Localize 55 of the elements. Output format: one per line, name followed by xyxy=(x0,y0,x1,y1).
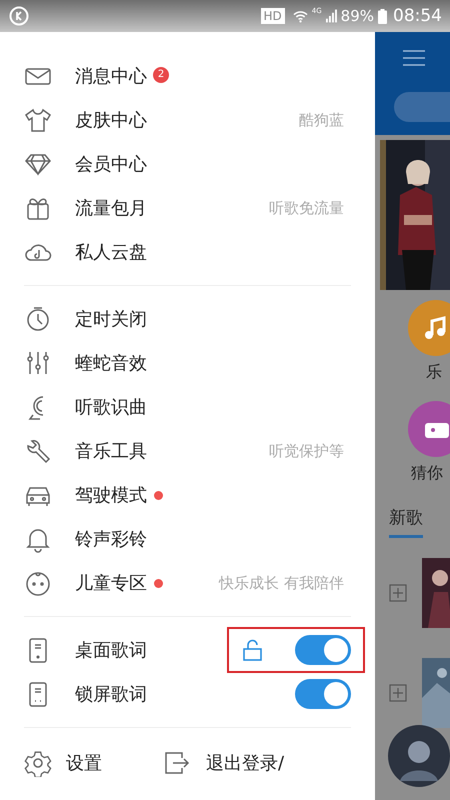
menu-label: 蝰蛇音效 xyxy=(75,352,147,375)
settings-button[interactable]: 设置 xyxy=(24,749,102,777)
add-icon[interactable] xyxy=(389,684,407,702)
menu-hint: 听歌免流量 xyxy=(269,198,344,218)
logout-button[interactable]: 退出登录/ xyxy=(162,749,284,777)
music-note-icon[interactable] xyxy=(408,300,450,356)
battery-percent: 89% xyxy=(340,7,374,25)
signal-icon xyxy=(326,9,337,23)
menu-hint: 酷狗蓝 xyxy=(299,110,344,130)
add-icon[interactable] xyxy=(389,584,407,602)
menu-label: 音乐工具 xyxy=(75,440,147,463)
album-avatar[interactable] xyxy=(388,725,450,787)
unlocked-lock-icon[interactable] xyxy=(241,638,265,662)
hd-badge: HD xyxy=(260,8,285,24)
menu-icon[interactable] xyxy=(403,50,425,66)
clock: 08:54 xyxy=(393,6,442,26)
menu-item[interactable]: 铃声彩铃 xyxy=(0,517,375,561)
menu-hint: 快乐成长 有我陪伴 xyxy=(219,574,344,592)
menu-label: 桌面歌词 xyxy=(75,639,147,662)
menu-label: 驾驶模式 xyxy=(75,484,147,507)
toggle-switch[interactable] xyxy=(295,679,351,709)
menu-item[interactable]: 会员中心 xyxy=(0,142,375,186)
count-badge: 2 xyxy=(153,66,169,82)
menu-item[interactable]: 定时关闭 xyxy=(0,297,375,341)
menu-hint: 听觉保护等 xyxy=(269,442,344,460)
menu-label: 锁屏歌词 xyxy=(75,683,147,706)
menu-label: 会员中心 xyxy=(75,153,147,176)
menu-item[interactable]: 流量包月 听歌免流量 xyxy=(0,186,375,230)
menu-item[interactable]: 私人云盘 xyxy=(0,230,375,274)
menu-label: 铃声彩铃 xyxy=(75,528,147,551)
menu-label: 私人云盘 xyxy=(75,241,147,264)
app-logo-icon xyxy=(9,6,29,26)
menu-label: 消息中心 xyxy=(75,65,147,88)
battery-icon xyxy=(378,8,387,24)
category-label: 猜你 xyxy=(411,463,443,484)
section-tab[interactable]: 新歌 xyxy=(389,506,423,538)
menu-item[interactable]: 驾驶模式 xyxy=(0,473,375,517)
menu-label: 儿童专区 xyxy=(75,572,147,595)
menu-item[interactable]: 儿童专区 快乐成长 有我陪伴 xyxy=(0,561,375,605)
menu-label: 听歌识曲 xyxy=(75,396,147,419)
menu-label: 流量包月 xyxy=(75,197,147,220)
menu-item[interactable]: 音乐工具 听觉保护等 xyxy=(0,429,375,473)
wifi-icon xyxy=(292,10,308,22)
menu-item[interactable]: 听歌识曲 xyxy=(0,385,375,429)
menu-item[interactable]: 消息中心 2 xyxy=(0,54,375,98)
radio-icon[interactable] xyxy=(408,401,450,457)
toggle-switch[interactable] xyxy=(295,635,351,665)
menu-item[interactable]: 蝰蛇音效 xyxy=(0,341,375,385)
menu-label: 皮肤中心 xyxy=(75,109,147,132)
menu-item[interactable]: 皮肤中心 酷狗蓝 xyxy=(0,98,375,142)
shirt-icon xyxy=(24,106,52,134)
settings-icon xyxy=(24,749,52,777)
category-label: 乐 xyxy=(426,362,442,383)
menu-label: 定时关闭 xyxy=(75,308,147,331)
search-field[interactable] xyxy=(394,92,450,122)
